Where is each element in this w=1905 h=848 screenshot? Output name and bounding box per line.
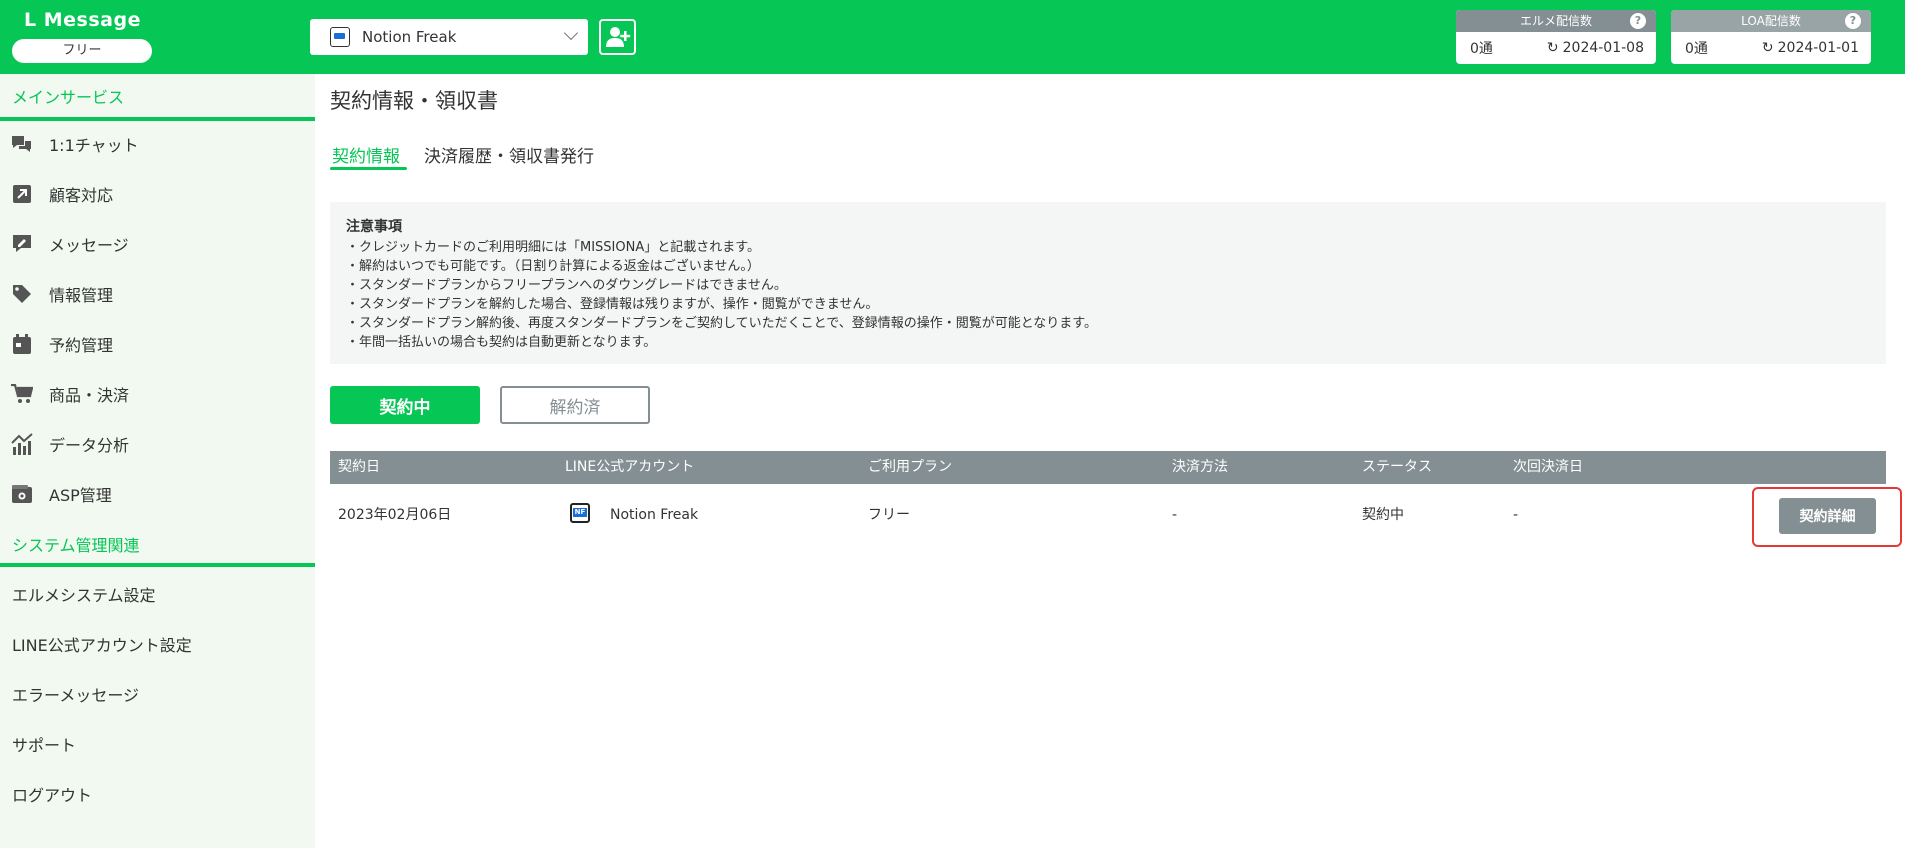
sidebar-item-info-management[interactable]: 情報管理 xyxy=(0,272,315,316)
notice-line: ・スタンダードプラン解約後、再度スタンダードプランをご契約していただくことで、登… xyxy=(346,316,1098,331)
column-header: 契約日 xyxy=(338,459,380,475)
tab-payment-history[interactable]: 決済履歴・領収書発行 xyxy=(424,142,594,167)
help-icon[interactable]: ? xyxy=(1630,13,1646,29)
sidebar-item-label: 情報管理 xyxy=(49,286,114,305)
sidebar-item-logout[interactable]: ログアウト xyxy=(12,782,92,806)
plan-badge: フリー xyxy=(12,39,152,63)
account-select[interactable]: Notion Freak xyxy=(310,19,588,55)
sidebar-item-reservation[interactable]: 予約管理 xyxy=(0,322,315,366)
counter-title-text: LOA配信数 xyxy=(1741,14,1801,28)
sidebar-item-label: メッセージ xyxy=(49,236,129,255)
wallet-icon xyxy=(11,483,33,505)
chevron-down-icon xyxy=(563,25,579,41)
message-edit-icon xyxy=(11,233,33,255)
sidebar-item-label: 商品・決済 xyxy=(49,386,130,405)
sidebar-item-analytics[interactable]: データ分析 xyxy=(0,422,315,466)
contract-detail-button[interactable]: 契約詳細 xyxy=(1779,498,1876,534)
page-title: 契約情報・領収書 xyxy=(330,89,498,113)
top-header: L Message フリー Notion Freak エルメ配信数 ? 0通 ↻… xyxy=(0,0,1905,74)
section-divider xyxy=(0,563,315,567)
account-logo-icon xyxy=(330,27,350,47)
sidebar-item-system-settings[interactable]: エルメシステム設定 xyxy=(12,582,156,606)
sidebar-item-label: 顧客対応 xyxy=(49,186,114,205)
column-header: ご利用プラン xyxy=(868,459,952,475)
sidebar-item-label: 1:1チャット xyxy=(49,136,139,155)
counter-title-text: エルメ配信数 xyxy=(1519,14,1592,28)
column-header: LINE公式アカウント xyxy=(565,459,695,475)
loa-send-counter: LOA配信数 ? 0通 ↻ 2024-01-01 xyxy=(1671,10,1871,64)
table-row: 2023年02月06日 NF Notion Freak フリー - 契約中 - xyxy=(330,490,1886,540)
notice-line: ・スタンダードプランを解約した場合、登録情報は残りますが、操作・閲覧ができません… xyxy=(346,297,879,312)
sidebar-item-chat[interactable]: 1:1チャット xyxy=(0,122,315,166)
add-user-button[interactable] xyxy=(599,19,636,55)
contract-date: 2023年02月06日 xyxy=(338,507,452,523)
sidebar-item-line-account-settings[interactable]: LINE公式アカウント設定 xyxy=(12,632,192,656)
notice-line: ・年間一括払いの場合も契約は自動更新となります。 xyxy=(346,335,657,350)
sidebar-item-customer-support[interactable]: 顧客対応 xyxy=(0,172,315,216)
system-section-label: システム管理関連 xyxy=(12,536,140,555)
main-service-section-label: メインサービス xyxy=(12,88,125,107)
column-header: ステータス xyxy=(1362,459,1432,475)
notice-line: ・スタンダードプランからフリープランへのダウングレードはできません。 xyxy=(346,278,787,293)
counter-value: 0通 xyxy=(1470,41,1493,57)
counter-title: エルメ配信数 ? xyxy=(1456,10,1656,32)
filter-cancelled-button[interactable]: 解約済 xyxy=(500,386,650,424)
column-header: 決済方法 xyxy=(1172,459,1228,475)
sidebar-item-error-message[interactable]: エラーメッセージ xyxy=(12,682,139,706)
counter-title: LOA配信数 ? xyxy=(1671,10,1871,32)
active-tab-indicator xyxy=(330,167,407,170)
sidebar-item-label: データ分析 xyxy=(49,436,130,455)
counter-value: 0通 xyxy=(1685,41,1708,57)
refresh-icon[interactable]: ↻ xyxy=(1762,40,1774,56)
arrow-up-right-icon xyxy=(11,183,33,205)
account-cell: NF Notion Freak xyxy=(567,500,698,530)
counter-date-text: 2024-01-08 xyxy=(1562,40,1644,56)
brand: L Message フリー xyxy=(0,0,183,74)
notice-title: 注意事項 xyxy=(346,219,402,235)
sidebar-item-support[interactable]: サポート xyxy=(12,732,76,756)
table-header: 契約日 LINE公式アカウント ご利用プラン 決済方法 ステータス 次回決済日 xyxy=(330,451,1886,484)
sidebar-item-label: 予約管理 xyxy=(49,336,114,355)
next-payment-date: - xyxy=(1513,507,1519,523)
tag-icon xyxy=(11,283,33,305)
account-name: Notion Freak xyxy=(610,507,699,523)
calendar-icon xyxy=(11,333,33,355)
chart-icon xyxy=(11,433,33,455)
help-icon[interactable]: ? xyxy=(1845,13,1861,29)
filter-active-button[interactable]: 契約中 xyxy=(330,386,480,424)
sidebar-item-products[interactable]: 商品・決済 xyxy=(0,372,315,416)
refresh-icon[interactable]: ↻ xyxy=(1547,40,1559,56)
counter-date: ↻ 2024-01-01 xyxy=(1762,40,1859,56)
brand-title: L Message xyxy=(24,9,141,31)
sidebar-item-message[interactable]: メッセージ xyxy=(0,222,315,266)
sidebar-item-asp[interactable]: ASP管理 xyxy=(0,472,315,516)
account-logo-icon: NF xyxy=(567,501,595,529)
sidebar: メインサービス 1:1チャット 顧客対応 メッセージ 情報管理 予約管理 商品・… xyxy=(0,74,315,848)
add-user-icon xyxy=(605,27,630,47)
notice-line: ・クレジットカードのご利用明細には「MISSIONA」と記載されます。 xyxy=(346,240,760,255)
section-divider xyxy=(0,117,315,121)
counter-date: ↻ 2024-01-08 xyxy=(1547,40,1644,56)
cart-icon xyxy=(11,383,33,405)
chat-icon xyxy=(11,133,33,155)
status-value: 契約中 xyxy=(1362,507,1404,523)
plan-value: フリー xyxy=(868,507,910,523)
counter-date-text: 2024-01-01 xyxy=(1777,40,1859,56)
notice-line: ・解約はいつでも可能です。（日割り計算による返金はございません。） xyxy=(346,259,760,274)
column-header: 次回決済日 xyxy=(1513,459,1583,475)
sidebar-item-label: ASP管理 xyxy=(49,486,112,505)
notice-box: 注意事項 ・クレジットカードのご利用明細には「MISSIONA」と記載されます。… xyxy=(330,202,1886,364)
payment-method-value: - xyxy=(1172,507,1178,523)
account-select-name: Notion Freak xyxy=(362,28,457,46)
tab-contract-info[interactable]: 契約情報 xyxy=(332,142,400,167)
lmessage-send-counter: エルメ配信数 ? 0通 ↻ 2024-01-08 xyxy=(1456,10,1656,64)
